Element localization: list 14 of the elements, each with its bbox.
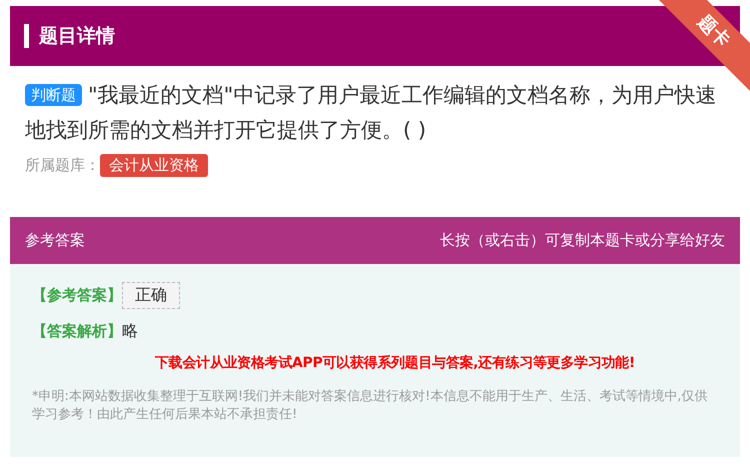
analysis-text: 略	[122, 321, 138, 342]
library-label: 所属题库：	[25, 156, 100, 175]
answer-value: 正确	[122, 282, 180, 309]
header-title: 题目详情	[39, 24, 115, 49]
promo-text: 下载会计从业资格考试APP可以获得系列题目与答案,还有练习等更多学习功能!	[154, 354, 636, 372]
answer-panel-title: 参考答案	[25, 231, 85, 250]
answer-label: 【参考答案】	[32, 286, 122, 305]
library-tag[interactable]: 会计从业资格	[100, 154, 208, 177]
title-marker	[24, 24, 29, 48]
share-hint: 长按（或右击）可复制本题卡或分享给好友	[440, 231, 725, 250]
disclaimer-text: *申明:本网站数据收集整理于互联网!我们并未能对答案信息进行核对!本信息不能用于生产、生活、考试等情境中,仅供学习参考！由此产生任何后果本站不承担责任!	[32, 388, 708, 424]
question-text: 判断题 "我最近的文档"中记录了用户最近工作编辑的文档名称，为用户快速地找到所需的文档并打开它提供了方便。( )	[24, 82, 718, 144]
analysis-label: 【答案解析】	[32, 322, 122, 341]
question-type-badge: 判断题	[25, 84, 82, 106]
